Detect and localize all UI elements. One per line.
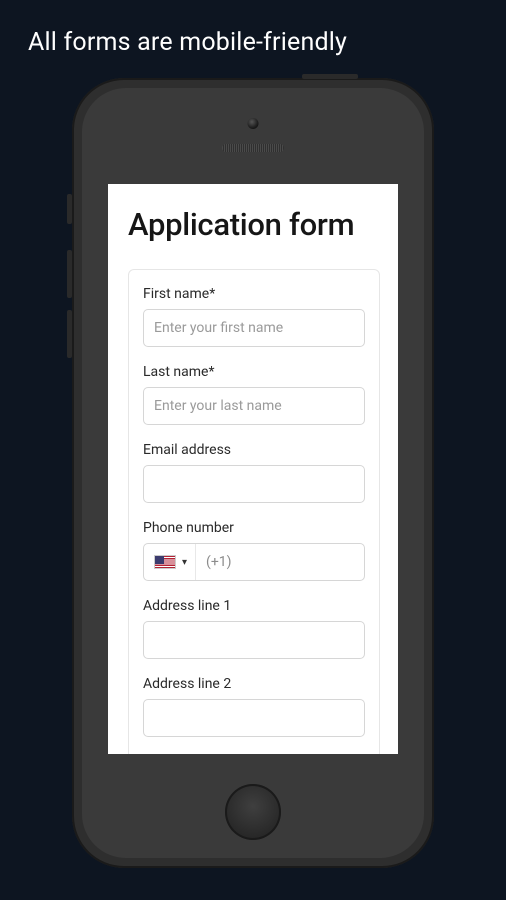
address2-label: Address line 2 bbox=[143, 676, 365, 692]
address1-label: Address line 1 bbox=[143, 598, 365, 614]
field-email: Email address bbox=[143, 442, 365, 503]
last-name-input[interactable] bbox=[143, 387, 365, 425]
field-last-name: Last name* bbox=[143, 364, 365, 425]
form-container: First name* Last name* Email address Pho… bbox=[128, 269, 380, 754]
form-title: Application form bbox=[128, 206, 380, 243]
phone-power-button bbox=[302, 74, 358, 79]
last-name-label: Last name* bbox=[143, 364, 365, 380]
phone-mockup-frame: Application form First name* Last name* … bbox=[72, 78, 434, 868]
first-name-input[interactable] bbox=[143, 309, 365, 347]
email-input[interactable] bbox=[143, 465, 365, 503]
email-label: Email address bbox=[143, 442, 365, 458]
field-phone: Phone number ▾ (+1) bbox=[143, 520, 365, 581]
phone-volume-down bbox=[67, 310, 72, 358]
country-code-select[interactable]: ▾ bbox=[144, 544, 196, 580]
us-flag-icon bbox=[154, 555, 176, 569]
dial-code: (+1) bbox=[196, 554, 231, 570]
phone-mute-switch bbox=[67, 194, 72, 224]
phone-label: Phone number bbox=[143, 520, 365, 536]
first-name-label: First name* bbox=[143, 286, 365, 302]
chevron-down-icon: ▾ bbox=[182, 557, 187, 568]
phone-input-row: ▾ (+1) bbox=[143, 543, 365, 581]
page-headline: All forms are mobile-friendly bbox=[0, 0, 506, 57]
phone-speaker bbox=[222, 144, 284, 152]
field-address2: Address line 2 bbox=[143, 676, 365, 737]
phone-bezel: Application form First name* Last name* … bbox=[82, 88, 424, 858]
form-screen: Application form First name* Last name* … bbox=[108, 184, 398, 754]
address1-input[interactable] bbox=[143, 621, 365, 659]
phone-number-input[interactable] bbox=[232, 544, 398, 580]
phone-camera bbox=[248, 118, 259, 129]
field-address1: Address line 1 bbox=[143, 598, 365, 659]
address2-input[interactable] bbox=[143, 699, 365, 737]
phone-home-button bbox=[225, 784, 281, 840]
phone-volume-up bbox=[67, 250, 72, 298]
phone-screen: Application form First name* Last name* … bbox=[108, 184, 398, 754]
field-first-name: First name* bbox=[143, 286, 365, 347]
